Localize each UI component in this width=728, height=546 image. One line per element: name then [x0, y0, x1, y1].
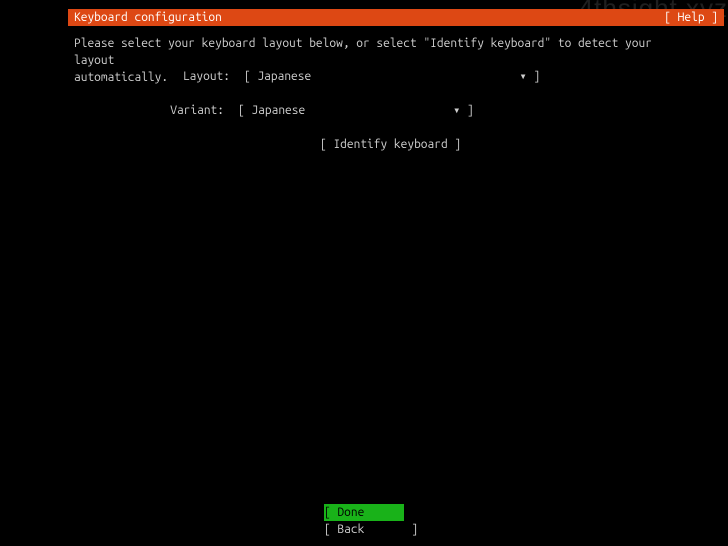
title-bar: Keyboard configuration [ Help ]: [68, 9, 724, 26]
variant-value: Japanese: [251, 104, 305, 117]
identify-keyboard-button[interactable]: [ Identify keyboard ]: [320, 136, 461, 153]
installer-screen: 4thsight.xyz Keyboard configuration [ He…: [0, 0, 728, 546]
chevron-down-icon: ▾: [520, 70, 527, 83]
title-text: Keyboard configuration: [74, 9, 222, 26]
layout-value: Japanese: [257, 70, 311, 83]
layout-dropdown[interactable]: [ Japanese ▾ ]: [244, 68, 540, 85]
help-button[interactable]: [ Help ]: [664, 9, 718, 26]
layout-label: Layout:: [170, 68, 230, 85]
layout-row: Layout: [ Japanese ▾ ]: [170, 68, 540, 85]
chevron-down-icon: ▾: [453, 104, 460, 117]
done-button[interactable]: [ Done ]: [324, 504, 404, 521]
variant-label: Variant:: [164, 102, 224, 119]
back-button[interactable]: [ Back ]: [324, 521, 404, 538]
variant-row: Variant: [ Japanese ▾ ]: [164, 102, 474, 119]
footer-buttons: [ Done ] [ Back ]: [0, 504, 728, 538]
variant-dropdown[interactable]: [ Japanese ▾ ]: [238, 102, 474, 119]
